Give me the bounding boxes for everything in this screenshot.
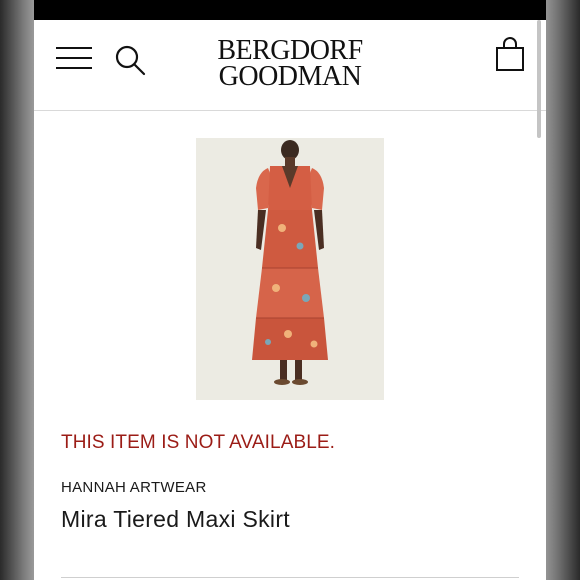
scrollbar[interactable] (537, 20, 541, 138)
divider (61, 577, 519, 578)
product-name: Mira Tiered Maxi Skirt (61, 506, 290, 532)
site-logo[interactable]: BERGDORF GOODMAN (174, 37, 406, 92)
availability-message: THIS ITEM IS NOT AVAILABLE. (61, 432, 336, 453)
search-icon[interactable] (114, 44, 148, 78)
product-photo[interactable] (196, 138, 384, 400)
shopping-bag-icon[interactable] (494, 36, 526, 72)
site-header: BERGDORF GOODMAN (34, 20, 546, 111)
hamburger-menu-icon[interactable] (56, 46, 92, 70)
page: BERGDORF GOODMAN THIS ITEM IS NOT AVAILA… (34, 20, 546, 580)
background-left (0, 0, 34, 580)
logo-line-2: GOODMAN (218, 61, 362, 92)
product-brand[interactable]: HANNAH ARTWEAR (61, 479, 207, 496)
background-right (546, 0, 580, 580)
status-bar (34, 0, 546, 20)
